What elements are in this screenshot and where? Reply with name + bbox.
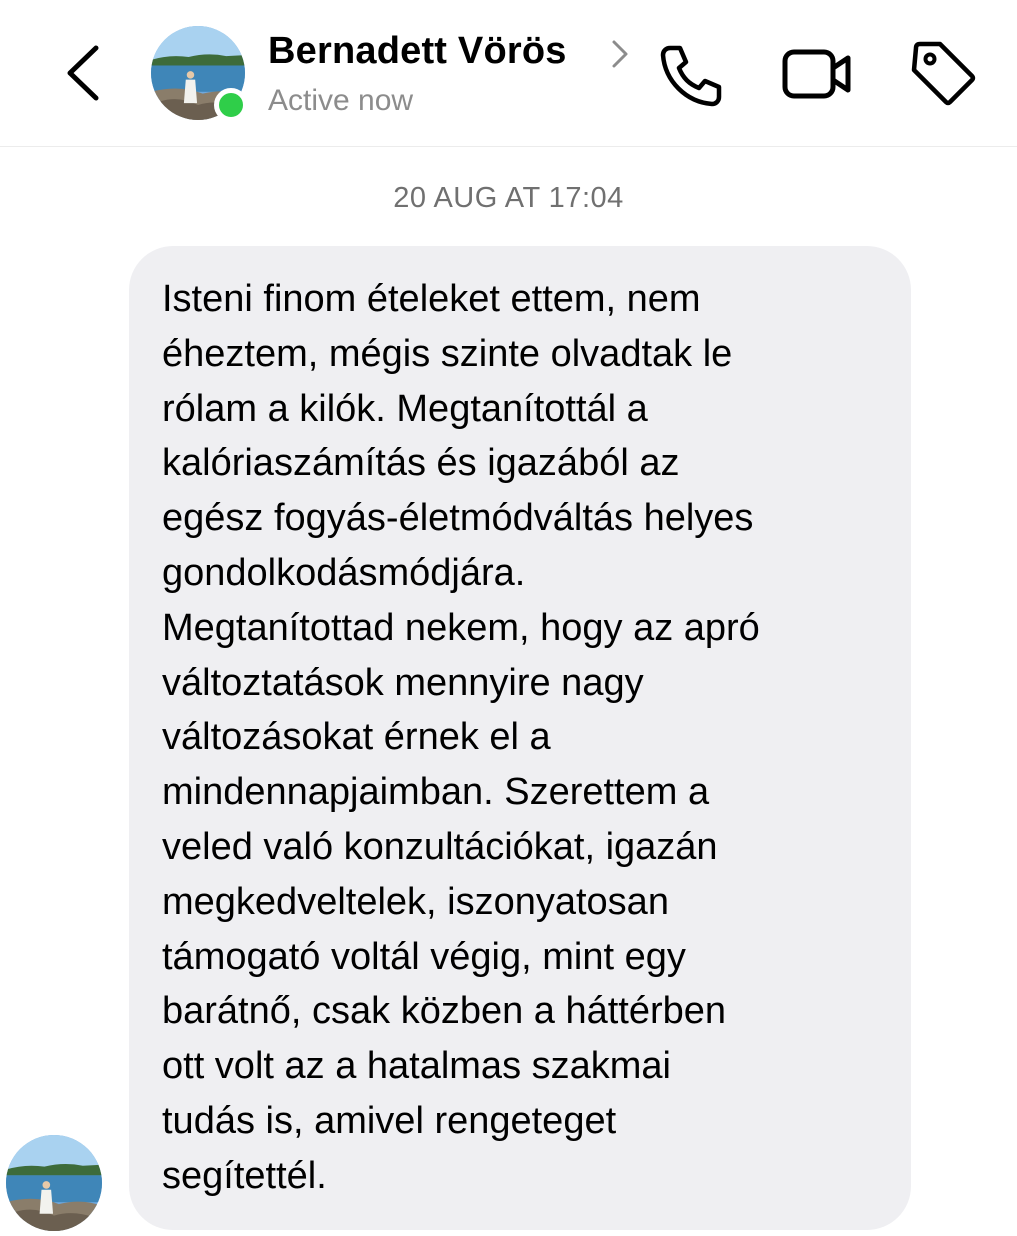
tag-icon[interactable] bbox=[908, 38, 978, 108]
chevron-left-icon[interactable] bbox=[58, 40, 108, 106]
contact-name[interactable]: Bernadett Vörös bbox=[268, 30, 567, 73]
sender-avatar[interactable] bbox=[6, 1135, 102, 1231]
online-status-indicator bbox=[214, 88, 248, 122]
chevron-right-icon[interactable] bbox=[610, 38, 630, 70]
video-camera-icon[interactable] bbox=[780, 44, 854, 104]
presence-status: Active now bbox=[268, 84, 414, 117]
message-timestamp: 20 AUG AT 17:04 bbox=[393, 182, 624, 214]
message-bubble[interactable]: Isteni finom ételeket ettem, nem éheztem… bbox=[129, 246, 911, 1230]
chat-header: Bernadett Vörös Active now bbox=[0, 0, 1017, 147]
message-text: Isteni finom ételeket ettem, nem éheztem… bbox=[162, 278, 760, 1197]
phone-icon[interactable] bbox=[656, 40, 726, 110]
